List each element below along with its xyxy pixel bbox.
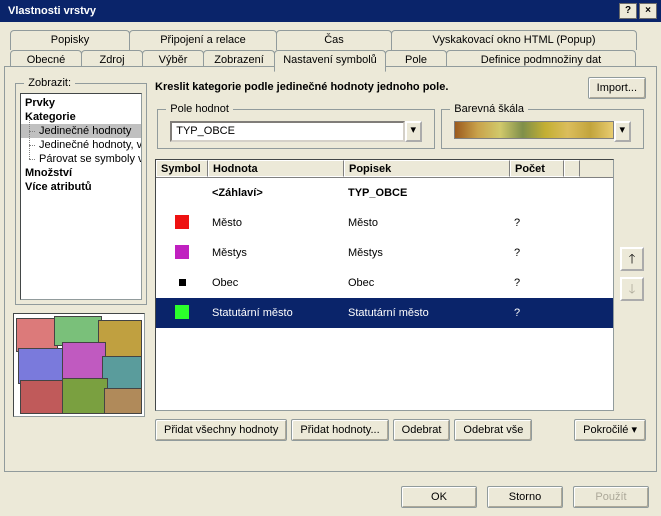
dialog-buttons: OK Storno Použít (0, 486, 661, 508)
pouzit-button[interactable]: Použít (573, 486, 649, 508)
hdr-hodnota[interactable]: Hodnota (208, 160, 344, 177)
close-button[interactable]: × (639, 3, 657, 19)
cell-popisek: Městys (344, 247, 510, 259)
tree-mnozstvi[interactable]: Množství (21, 166, 141, 180)
barevna-skala-label: Barevná škála (450, 103, 528, 115)
cell-popisek: Město (344, 217, 510, 229)
category-tree[interactable]: Prvky Kategorie Jedinečné hodnoty Jedine… (20, 93, 142, 300)
storno-button[interactable]: Storno (487, 486, 563, 508)
color-ramp (454, 121, 614, 139)
table-row[interactable]: <Záhlaví>TYP_OBCE (156, 178, 613, 208)
tree-parovat-symboly[interactable]: Párovat se symboly v (21, 152, 141, 166)
tree-jedinecne-hodnoty[interactable]: Jedinečné hodnoty (21, 124, 141, 138)
chevron-down-icon[interactable]: ▾ (405, 121, 422, 142)
cell-hodnota: <Záhlaví> (208, 187, 344, 199)
pokrocile-button[interactable]: Pokročilé (574, 419, 646, 441)
cell-hodnota: Obec (208, 277, 344, 289)
odebrat-button[interactable]: Odebrat (393, 419, 451, 441)
help-button[interactable]: ? (619, 3, 637, 19)
tree-kategorie[interactable]: Kategorie (21, 110, 141, 124)
pole-hodnot-value: TYP_OBCE (170, 121, 405, 142)
pole-hodnot-group: Pole hodnot TYP_OBCE ▾ (157, 103, 435, 149)
zobrazit-label: Zobrazit: (24, 77, 75, 89)
tab-popisky[interactable]: Popisky (10, 30, 130, 50)
reorder-arrows: 🡑 🡓 (620, 247, 646, 307)
pole-hodnot-label: Pole hodnot (166, 103, 233, 115)
symbol-swatch (175, 215, 189, 229)
cell-pocet: ? (510, 307, 564, 319)
cell-popisek: Statutární město (344, 307, 510, 319)
hdr-symbol[interactable]: Symbol (156, 160, 208, 177)
cell-hodnota: Město (208, 217, 344, 229)
symbol-swatch (179, 279, 186, 286)
ok-button[interactable]: OK (401, 486, 477, 508)
tab-nastaveni-symbolu[interactable]: Nastavení symbolů (274, 50, 386, 72)
hdr-pocet[interactable]: Počet (510, 160, 564, 177)
window-title: Vlastnosti vrstvy (4, 5, 617, 17)
tree-vice-atributu[interactable]: Více atributů (21, 180, 141, 194)
kreslit-label: Kreslit kategorie podle jedinečné hodnot… (155, 81, 448, 93)
tab-cas[interactable]: Čas (276, 30, 392, 50)
table-row[interactable]: Statutární městoStatutární město? (156, 298, 613, 328)
odebrat-vse-button[interactable]: Odebrat vše (454, 419, 532, 441)
tree-prvky[interactable]: Prvky (21, 96, 141, 110)
cell-pocet: ? (510, 247, 564, 259)
pridat-vsechny-button[interactable]: Přidat všechny hodnoty (155, 419, 287, 441)
color-ramp-combo[interactable]: ▾ (454, 121, 631, 142)
table-row[interactable]: MěstysMěstys? (156, 238, 613, 268)
pole-hodnot-combo[interactable]: TYP_OBCE ▾ (170, 121, 422, 142)
cell-popisek: Obec (344, 277, 510, 289)
window-body: Popisky Připojení a relace Čas Vyskakova… (0, 22, 661, 516)
symbol-swatch (175, 305, 189, 319)
barevna-skala-group: Barevná škála ▾ (441, 103, 644, 149)
move-down-button[interactable]: 🡓 (620, 277, 644, 301)
title-bar: Vlastnosti vrstvy ? × (0, 0, 661, 22)
cell-hodnota: Městys (208, 247, 344, 259)
table-row[interactable]: ObecObec? (156, 268, 613, 298)
tab-pripojeni[interactable]: Připojení a relace (129, 30, 277, 50)
cell-pocet: ? (510, 217, 564, 229)
cell-pocet: ? (510, 277, 564, 289)
tree-jedinecne-hodnoty-v[interactable]: Jedinečné hodnoty, v (21, 138, 141, 152)
grid-header: Symbol Hodnota Popisek Počet (156, 160, 613, 178)
zobrazit-group: Zobrazit: Prvky Kategorie Jedinečné hodn… (15, 77, 147, 305)
pridat-hodnoty-button[interactable]: Přidat hodnoty... (291, 419, 388, 441)
hdr-corner (564, 160, 580, 177)
symbol-swatch (175, 245, 189, 259)
symbol-grid[interactable]: Symbol Hodnota Popisek Počet <Záhlaví>TY… (155, 159, 614, 411)
chevron-down-icon[interactable]: ▾ (614, 121, 631, 142)
symbology-preview (13, 313, 145, 417)
import-button[interactable]: Import... (588, 77, 646, 99)
move-up-button[interactable]: 🡑 (620, 247, 644, 271)
table-row[interactable]: MěstoMěsto? (156, 208, 613, 238)
tab-pane: Zobrazit: Prvky Kategorie Jedinečné hodn… (4, 66, 657, 472)
grid-buttons: Přidat všechny hodnoty Přidat hodnoty...… (155, 419, 646, 441)
cell-popisek: TYP_OBCE (344, 187, 510, 199)
tab-popup[interactable]: Vyskakovací okno HTML (Popup) (391, 30, 637, 50)
cell-hodnota: Statutární město (208, 307, 344, 319)
hdr-popisek[interactable]: Popisek (344, 160, 510, 177)
